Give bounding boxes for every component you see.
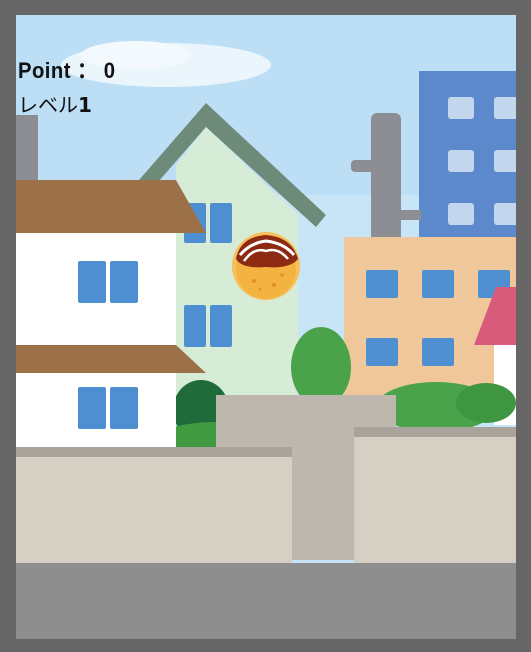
score-label: Point — [18, 58, 71, 83]
takoyaki-icon[interactable] — [230, 229, 302, 301]
score-value: 0 — [103, 58, 116, 83]
road — [16, 563, 516, 639]
level-value: 1 — [78, 93, 92, 117]
front-walls — [16, 427, 516, 567]
level-display: レベル1 — [18, 89, 92, 118]
game-window-frame: Point ： 0 レベル1 — [0, 0, 531, 652]
game-stage[interactable]: Point ： 0 レベル1 — [16, 15, 516, 639]
level-label: レベル — [18, 93, 78, 117]
score-separator: ： — [76, 58, 98, 83]
score-display: Point ： 0 — [18, 53, 116, 85]
